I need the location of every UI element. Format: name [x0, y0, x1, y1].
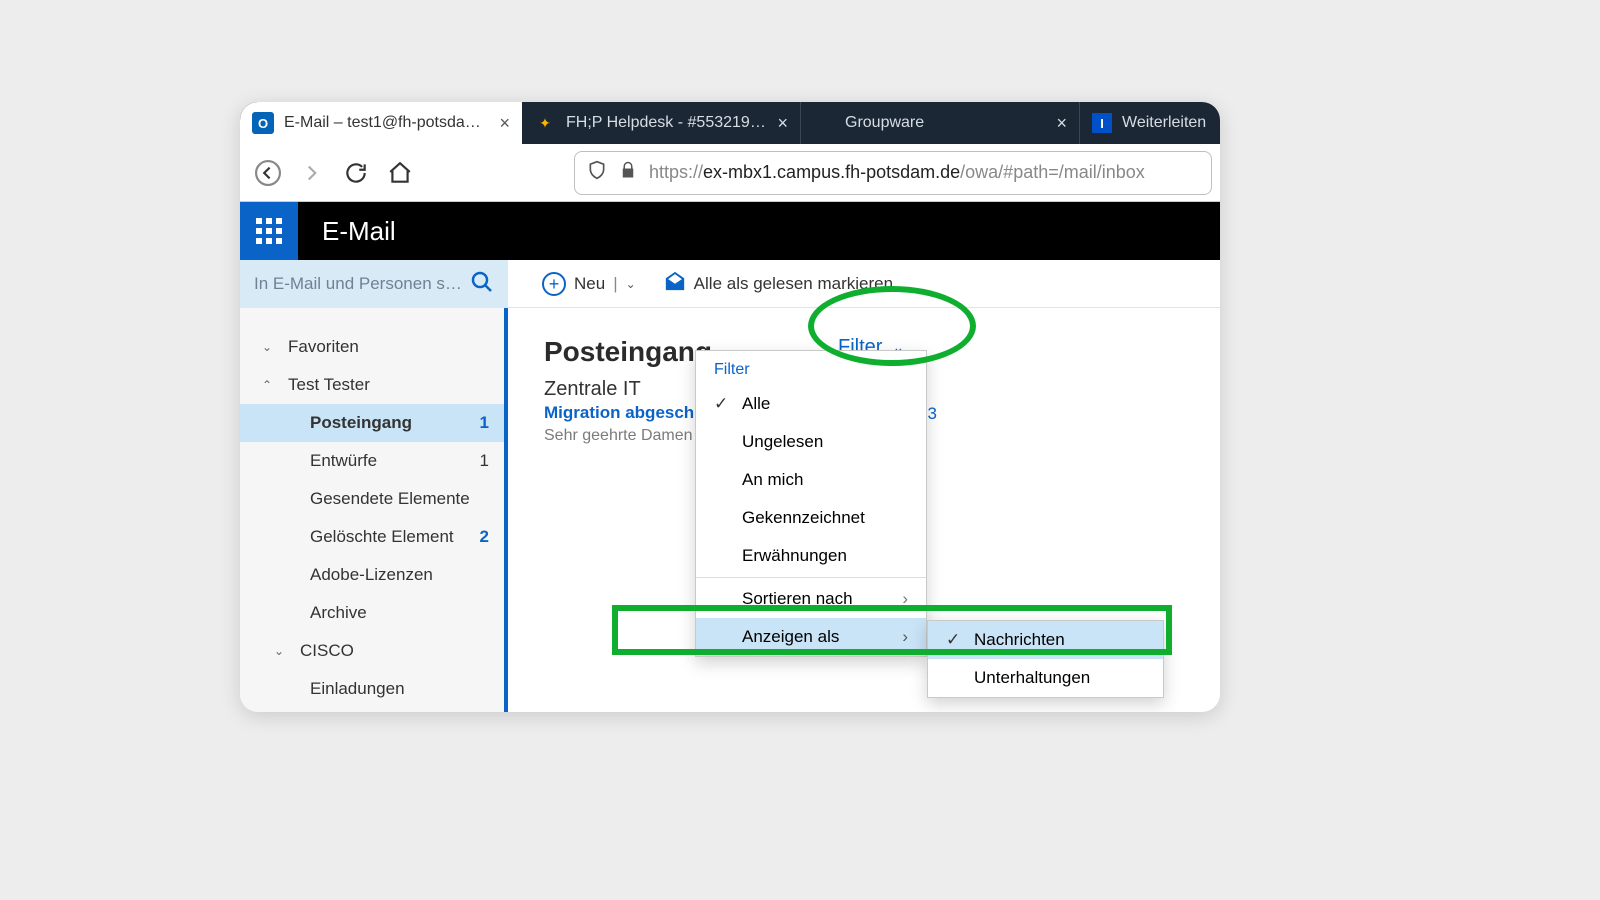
address-bar[interactable]: https://ex-mbx1.campus.fh-potsdam.de/owa… [574, 151, 1212, 195]
spark-icon: ✦ [534, 112, 556, 134]
favorites-node[interactable]: ⌄Favoriten [240, 328, 507, 366]
chevron-down-icon: ⌄ [274, 644, 292, 658]
folder-adobe[interactable]: Adobe-Lizenzen [240, 556, 507, 594]
close-icon[interactable]: × [777, 113, 788, 134]
view-as-submenu[interactable]: Anzeigen als› [696, 618, 926, 656]
filter-option-anmich[interactable]: An mich [696, 461, 926, 499]
new-button[interactable]: + Neu | ⌄ [542, 272, 636, 296]
mark-all-read-button[interactable]: Alle als gelesen markieren [664, 270, 893, 298]
unread-badge: 2 [480, 527, 489, 547]
view-option-unterhaltungen[interactable]: Unterhaltungen [928, 659, 1163, 697]
browser-tab[interactable]: I Weiterleiten [1080, 102, 1220, 144]
app-launcher-button[interactable] [240, 202, 298, 260]
app-icon: I [1092, 113, 1112, 133]
account-node[interactable]: ⌃Test Tester [240, 366, 507, 404]
count-badge: 1 [480, 451, 489, 471]
toolbar: In E-Mail und Personen s… + Neu | ⌄ Alle… [240, 260, 1220, 308]
folder-archive[interactable]: Archive [240, 594, 507, 632]
check-icon: ✓ [714, 394, 732, 414]
view-as-dropdown: ✓Nachrichten Unterhaltungen [927, 620, 1164, 698]
browser-tab[interactable]: ✦ FH;P Helpdesk - #5532195 - Th × [522, 102, 800, 144]
envelope-open-icon [664, 270, 686, 298]
chevron-down-icon[interactable]: ⌄ [626, 277, 636, 291]
waffle-icon [256, 218, 282, 244]
back-button[interactable] [248, 153, 288, 193]
mark-read-label: Alle als gelesen markieren [694, 274, 893, 294]
tab-title: Groupware [845, 114, 1046, 132]
filter-option-erwaehnungen[interactable]: Erwähnungen [696, 537, 926, 575]
browser-window: O E-Mail – test1@fh-potsdam.de × ✦ FH;P … [240, 102, 1220, 712]
browser-tabs: O E-Mail – test1@fh-potsdam.de × ✦ FH;P … [240, 102, 1220, 144]
lock-icon[interactable] [619, 161, 637, 184]
home-button[interactable] [380, 153, 420, 193]
browser-tab[interactable]: Groupware × [801, 102, 1079, 144]
unread-badge: 1 [480, 413, 489, 433]
new-label: Neu [574, 274, 605, 294]
outlook-icon: O [252, 112, 274, 134]
search-icon[interactable] [470, 270, 494, 299]
message-list-pane: Posteingang Filter ⌄ Zentrale IT Migrati… [504, 308, 1220, 712]
close-icon[interactable]: × [499, 113, 510, 134]
plus-icon: + [542, 272, 566, 296]
folder-entwuerfe[interactable]: Entwürfe1 [240, 442, 507, 480]
folder-geloeschte[interactable]: Gelöschte Element2 [240, 518, 507, 556]
tab-title: Weiterleiten [1122, 114, 1208, 132]
app-header: E-Mail [240, 202, 1220, 260]
browser-nav: https://ex-mbx1.campus.fh-potsdam.de/owa… [240, 144, 1220, 202]
filter-dropdown: Filter ✓Alle Ungelesen An mich Gekennzei… [695, 350, 927, 657]
content: ⌄Favoriten ⌃Test Tester Posteingang1 Ent… [240, 308, 1220, 712]
tab-title: FH;P Helpdesk - #5532195 - Th [566, 114, 767, 132]
separator [696, 577, 926, 578]
url: https://ex-mbx1.campus.fh-potsdam.de/owa… [649, 162, 1145, 183]
chevron-right-icon: › [902, 589, 908, 609]
check-icon: ✓ [946, 630, 964, 650]
view-option-nachrichten[interactable]: ✓Nachrichten [928, 621, 1163, 659]
browser-tab-active[interactable]: O E-Mail – test1@fh-potsdam.de × [240, 102, 522, 144]
filter-option-alle[interactable]: ✓Alle [696, 385, 926, 423]
shield-icon[interactable] [587, 160, 607, 185]
search-input[interactable]: In E-Mail und Personen s… [240, 260, 508, 308]
forward-button[interactable] [292, 153, 332, 193]
folder-gesendete[interactable]: Gesendete Elemente [240, 480, 507, 518]
chevron-down-icon: ⌄ [262, 340, 280, 354]
close-icon[interactable]: × [1056, 113, 1067, 134]
folder-tree: ⌄Favoriten ⌃Test Tester Posteingang1 Ent… [240, 308, 508, 712]
command-bar: + Neu | ⌄ Alle als gelesen markieren [508, 260, 1220, 308]
reload-button[interactable] [336, 153, 376, 193]
chevron-up-icon: ⌃ [262, 378, 280, 392]
sort-by-submenu[interactable]: Sortieren nach› [696, 580, 926, 618]
filter-option-gekennzeichnet[interactable]: Gekennzeichnet [696, 499, 926, 537]
blank-icon [813, 112, 835, 134]
folder-einladungen[interactable]: Einladungen [240, 670, 507, 708]
folder-posteingang[interactable]: Posteingang1 [240, 404, 507, 442]
app-title: E-Mail [322, 216, 396, 247]
search-placeholder: In E-Mail und Personen s… [254, 274, 470, 294]
filter-option-ungelesen[interactable]: Ungelesen [696, 423, 926, 461]
dropdown-header: Filter [696, 351, 926, 385]
chevron-right-icon: › [902, 627, 908, 647]
folder-cisco[interactable]: ⌄CISCO [240, 632, 507, 670]
tab-title: E-Mail – test1@fh-potsdam.de [284, 114, 489, 132]
